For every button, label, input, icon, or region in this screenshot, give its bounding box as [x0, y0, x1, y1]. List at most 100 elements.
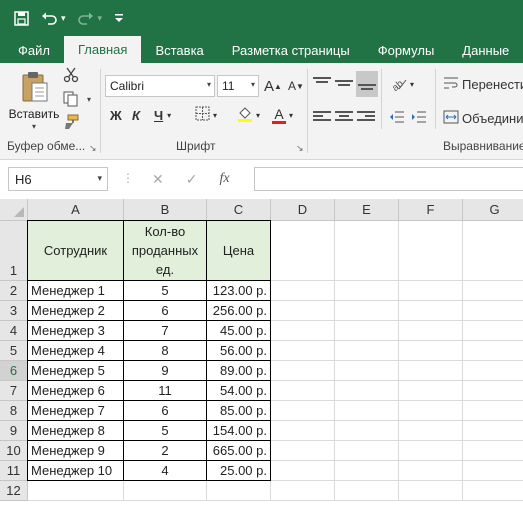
grid-cell[interactable] — [399, 301, 463, 321]
grid-cell[interactable] — [463, 401, 523, 421]
table-cell[interactable]: Менеджер 8 — [27, 421, 124, 441]
redo-icon[interactable] — [77, 11, 94, 25]
grid-cell[interactable] — [399, 461, 463, 481]
tab-page-layout[interactable]: Разметка страницы — [218, 38, 364, 63]
column-header[interactable]: B — [124, 199, 207, 221]
grid-cell[interactable] — [399, 361, 463, 381]
column-header[interactable]: A — [28, 199, 124, 221]
grid-cell[interactable] — [271, 301, 335, 321]
row-header[interactable]: 10 — [0, 441, 28, 461]
copy-dropdown-icon[interactable]: ▾ — [80, 90, 98, 108]
table-header-cell[interactable]: Кол-во проданных ед. — [124, 220, 207, 281]
cut-icon[interactable] — [62, 66, 80, 84]
grid-cell[interactable] — [399, 221, 463, 281]
grid-cell[interactable] — [399, 441, 463, 461]
grid-cell[interactable] — [399, 421, 463, 441]
wrap-text-button[interactable]: Перенести — [443, 73, 523, 95]
grid-cell[interactable] — [271, 381, 335, 401]
table-cell[interactable]: Менеджер 9 — [27, 441, 124, 461]
grid-cell[interactable] — [399, 341, 463, 361]
row-header[interactable]: 2 — [0, 281, 28, 301]
splitter-dots-icon[interactable]: ⋮ — [122, 171, 134, 185]
grid-cell[interactable] — [463, 481, 523, 501]
grid-cell[interactable] — [463, 321, 523, 341]
table-cell[interactable]: 89.00 р. — [207, 361, 271, 381]
undo-icon[interactable] — [41, 11, 57, 25]
align-top-button[interactable] — [313, 73, 333, 95]
save-icon[interactable] — [14, 10, 29, 26]
shrink-font-button[interactable]: A ▼ — [288, 75, 304, 97]
customize-icon[interactable] — [114, 12, 124, 24]
fill-color-button[interactable]: ▾ — [237, 104, 260, 126]
table-cell[interactable]: 6 — [124, 301, 207, 321]
row-header[interactable]: 12 — [0, 481, 28, 501]
align-right-button[interactable] — [357, 107, 377, 129]
row-header[interactable]: 5 — [0, 341, 28, 361]
grid-cell[interactable] — [463, 361, 523, 381]
table-cell[interactable]: 85.00 р. — [207, 401, 271, 421]
font-size-select[interactable]: 11 ▾ — [217, 75, 259, 97]
grid-cell[interactable] — [463, 381, 523, 401]
clipboard-launcher-icon[interactable]: ↘ — [89, 143, 97, 154]
formula-input[interactable] — [254, 167, 523, 191]
table-cell[interactable]: Менеджер 10 — [27, 461, 124, 481]
column-header[interactable]: C — [207, 199, 271, 221]
grid-cell[interactable] — [399, 401, 463, 421]
grid-cell[interactable] — [271, 441, 335, 461]
undo-dropdown-icon[interactable]: ▾ — [61, 13, 66, 24]
table-cell[interactable]: 7 — [124, 321, 207, 341]
table-cell[interactable]: Менеджер 4 — [27, 341, 124, 361]
copy-icon[interactable] — [62, 90, 80, 108]
align-middle-button[interactable] — [335, 73, 355, 95]
table-cell[interactable]: 8 — [124, 341, 207, 361]
orientation-button[interactable]: ab ▾ — [390, 73, 414, 95]
column-header[interactable]: F — [399, 199, 463, 221]
grid-cell[interactable] — [124, 481, 207, 501]
grid-cell[interactable] — [335, 421, 399, 441]
table-header-cell[interactable]: Сотрудник — [27, 220, 124, 281]
font-name-select[interactable]: Calibri ▾ — [105, 75, 215, 97]
paste-button[interactable]: Вставить ▾ — [8, 69, 60, 135]
row-header[interactable]: 4 — [0, 321, 28, 341]
grid-cell[interactable] — [335, 441, 399, 461]
table-cell[interactable]: Менеджер 5 — [27, 361, 124, 381]
row-header[interactable]: 9 — [0, 421, 28, 441]
grid-cell[interactable] — [335, 461, 399, 481]
grid-cell[interactable] — [207, 481, 271, 501]
grid-cell[interactable] — [463, 461, 523, 481]
increase-indent-button[interactable] — [411, 107, 427, 129]
grid-cell[interactable] — [463, 441, 523, 461]
table-cell[interactable]: 25.00 р. — [207, 461, 271, 481]
cancel-icon[interactable]: ✕ — [152, 171, 164, 188]
redo-dropdown-icon[interactable]: ▾ — [98, 13, 103, 24]
grow-font-button[interactable]: A ▲ — [264, 75, 282, 97]
table-cell[interactable]: 56.00 р. — [207, 341, 271, 361]
grid-cell[interactable] — [399, 481, 463, 501]
grid-cell[interactable] — [399, 321, 463, 341]
bold-button[interactable]: Ж — [110, 104, 122, 126]
column-header[interactable]: G — [463, 199, 523, 221]
underline-button[interactable]: Ч ▾ — [154, 104, 171, 126]
table-cell[interactable]: 2 — [124, 441, 207, 461]
font-color-button[interactable]: A ▾ — [272, 104, 293, 126]
table-cell[interactable]: Менеджер 7 — [27, 401, 124, 421]
grid-cell[interactable] — [335, 301, 399, 321]
row-header[interactable]: 11 — [0, 461, 28, 481]
table-cell[interactable]: 45.00 р. — [207, 321, 271, 341]
table-cell[interactable]: 123.00 р. — [207, 281, 271, 301]
table-cell[interactable]: Менеджер 3 — [27, 321, 124, 341]
grid-cell[interactable] — [399, 281, 463, 301]
tab-file[interactable]: Файл — [0, 38, 64, 63]
table-cell[interactable]: Менеджер 1 — [27, 281, 124, 301]
tab-home[interactable]: Главная — [63, 36, 142, 63]
grid-cell[interactable] — [463, 281, 523, 301]
grid-cell[interactable] — [271, 401, 335, 421]
row-header[interactable]: 7 — [0, 381, 28, 401]
grid-cell[interactable] — [271, 421, 335, 441]
row-header[interactable]: 1 — [0, 221, 28, 281]
column-header[interactable]: D — [271, 199, 335, 221]
grid-cell[interactable] — [271, 361, 335, 381]
table-cell[interactable]: Менеджер 6 — [27, 381, 124, 401]
grid-cell[interactable] — [28, 481, 124, 501]
select-all-corner[interactable] — [0, 199, 28, 221]
